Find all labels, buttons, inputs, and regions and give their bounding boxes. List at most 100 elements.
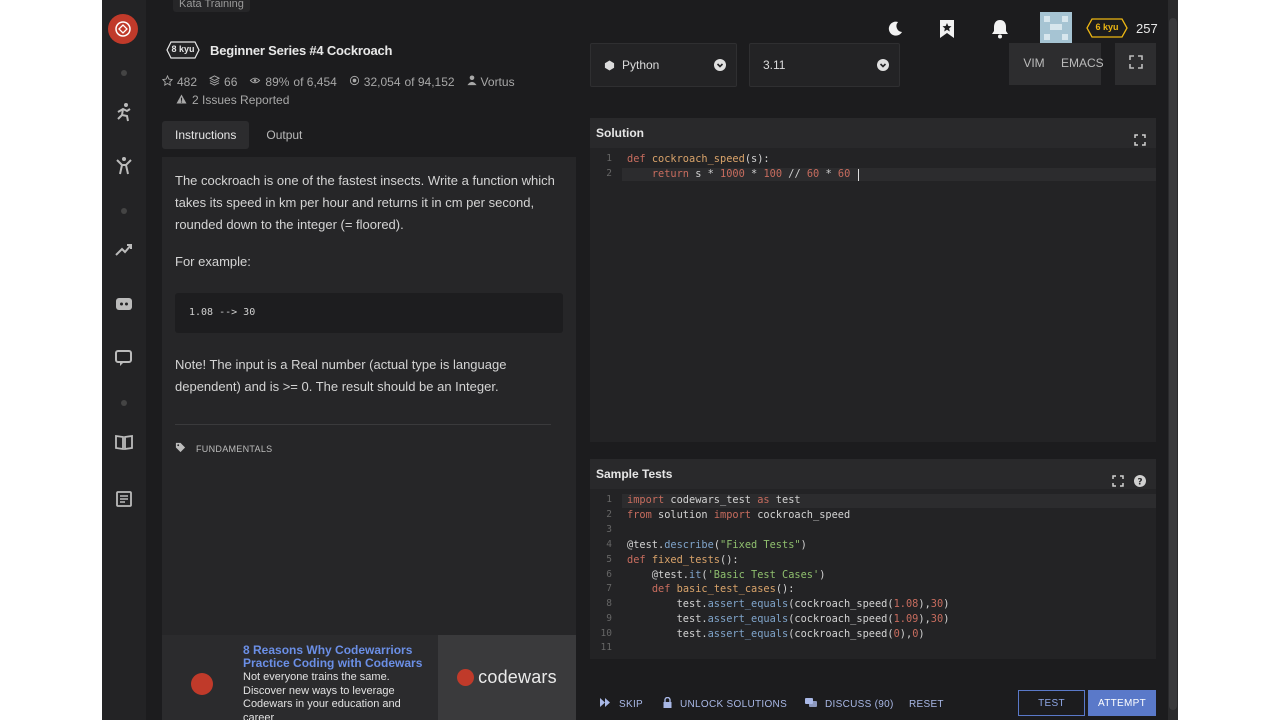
bookmark-star-icon[interactable]	[936, 18, 958, 40]
codewars-logo-icon	[191, 673, 213, 695]
example-code-block: 1.08 --> 30	[175, 293, 563, 333]
docs-book-icon[interactable]	[112, 430, 136, 454]
satisfaction-stat: 89% of 6,454	[249, 75, 337, 89]
emacs-mode-button[interactable]: EMACS	[1059, 43, 1104, 85]
instructions-paragraph: Note! The input is a Real number (actual…	[175, 357, 507, 394]
kata-tag[interactable]: FUNDAMENTALS	[175, 442, 272, 455]
tag-icon	[175, 442, 186, 455]
discuss-button[interactable]: DISCUSS (90)	[805, 696, 894, 712]
sample-tests-editor[interactable]: 1 2 3 4 5 6 7 8 9 10 11 import codewars_…	[590, 489, 1156, 659]
issues-reported[interactable]: 2 Issues Reported	[176, 93, 289, 107]
discord-icon[interactable]	[112, 292, 136, 316]
skip-forward-icon	[600, 698, 611, 710]
text-caret	[858, 169, 859, 181]
line-number: 2	[606, 168, 612, 179]
sidebar-separator	[121, 208, 127, 214]
expand-icon[interactable]	[1112, 468, 1124, 487]
chevron-down-icon	[877, 59, 889, 71]
sidebar-separator	[121, 70, 127, 76]
skip-button[interactable]: SKIP	[600, 696, 643, 712]
tab-instructions[interactable]: Instructions	[162, 121, 250, 149]
attempt-button[interactable]: ATTEMPT	[1088, 690, 1156, 716]
star-icon	[161, 74, 174, 89]
unlock-solutions-button[interactable]: UNLOCK SOLUTIONS	[663, 696, 787, 712]
fullscreen-icon[interactable]	[1115, 43, 1156, 85]
version-select[interactable]: 3.11	[749, 43, 900, 87]
satisfaction-total: of 6,454	[293, 75, 337, 89]
tag-label: FUNDAMENTALS	[196, 443, 273, 454]
help-icon[interactable]: ?	[1134, 468, 1146, 488]
language-select[interactable]: Python	[590, 43, 737, 87]
satisfaction-pct: 89%	[265, 75, 290, 89]
chat-icon[interactable]	[112, 346, 136, 370]
code-line: def basic_test_cases():	[651, 583, 795, 595]
discuss-label: DISCUSS (90)	[825, 698, 894, 710]
notifications-bell-icon[interactable]	[989, 18, 1011, 40]
breadcrumb[interactable]: Kata Training	[173, 0, 250, 12]
sidebar-separator	[121, 400, 127, 406]
sample-tests-header: Sample Tests ?	[590, 459, 1156, 489]
issues-label: 2 Issues Reported	[192, 93, 290, 107]
tab-output[interactable]: Output	[253, 121, 315, 149]
vim-mode-button[interactable]: VIM	[1009, 43, 1059, 85]
user-rank-label: 6 kyu	[1095, 22, 1119, 32]
line-number: 3	[606, 524, 612, 535]
honor-score[interactable]: 257	[1136, 21, 1158, 36]
kyu-rank-badge: 8 kyu	[166, 41, 200, 59]
user-avatar[interactable]	[1040, 12, 1072, 44]
eye-rating-icon	[249, 75, 261, 89]
unlock-label: UNLOCK SOLUTIONS	[680, 698, 788, 710]
line-number: 11	[600, 642, 612, 653]
sample-tests-title: Sample Tests	[596, 467, 673, 481]
kata-title: Beginner Series #4 Cockroach	[210, 43, 393, 58]
stars-stat[interactable]: 482	[161, 74, 197, 89]
solution-editor[interactable]: 1 2 def cockroach_speed(s): return s * 1…	[590, 148, 1156, 442]
line-number: 2	[606, 509, 612, 520]
expand-icon[interactable]	[1134, 127, 1146, 146]
collections-count: 66	[224, 75, 238, 89]
user-rank-badge[interactable]: 6 kyu	[1086, 18, 1128, 38]
scrollbar-thumb[interactable]	[1169, 18, 1177, 710]
brand-wordmark: codewars	[478, 667, 557, 687]
kata-stats: 482 66 89% of 6,454 32,054 of 94,152 Vor…	[161, 74, 515, 89]
divider	[175, 424, 551, 425]
promo-brand: codewars	[438, 635, 576, 720]
training-icon[interactable]	[112, 100, 136, 124]
codewars-logo-icon[interactable]	[108, 14, 138, 44]
practice-icon[interactable]	[112, 154, 136, 178]
codewars-logo-icon	[457, 669, 475, 686]
instructions-paragraph: For example:	[175, 254, 251, 269]
code-line: from solution import cockroach_speed	[627, 509, 851, 521]
completed-count: 32,054	[363, 75, 401, 89]
promo-title[interactable]: 8 Reasons Why Codewarriors Practice Codi…	[243, 644, 433, 670]
line-number: 6	[606, 569, 612, 580]
target-icon	[349, 75, 360, 89]
leaderboard-trend-icon[interactable]	[112, 238, 136, 262]
chat-bubbles-icon	[805, 697, 817, 711]
completions-stat: 32,054 of 94,152	[349, 75, 455, 89]
lock-icon	[663, 696, 672, 711]
code-line: def fixed_tests():	[627, 554, 739, 566]
instructions-paragraph: The cockroach is one of the fastest inse…	[175, 173, 555, 232]
reset-button[interactable]: RESET	[909, 696, 944, 712]
version-label: 3.11	[763, 58, 786, 72]
collections-stat[interactable]: 66	[208, 75, 238, 89]
code-line: import codewars_test as test	[627, 494, 801, 506]
test-button[interactable]: TEST	[1018, 690, 1085, 716]
moon-icon[interactable]	[884, 18, 906, 40]
code-line: test.assert_equals(cockroach_speed(1.08)…	[627, 598, 950, 610]
promo-content: 8 Reasons Why Codewarriors Practice Codi…	[162, 635, 438, 720]
language-label: Python	[622, 58, 660, 72]
promo-text: Not everyone trains the same. Discover n…	[243, 671, 401, 720]
app-window: Kata Training 8 kyu Beginner Series #4 C…	[102, 0, 1178, 720]
solution-title: Solution	[596, 126, 644, 140]
blog-news-icon[interactable]	[112, 487, 136, 511]
line-number: 8	[606, 598, 612, 609]
chevron-down-icon	[714, 59, 726, 71]
line-number: 1	[606, 153, 612, 164]
promo-banner[interactable]: 8 Reasons Why Codewarriors Practice Codi…	[162, 635, 576, 720]
page-scrollbar[interactable]	[1168, 0, 1178, 720]
author-name: Vortus	[480, 75, 515, 89]
author-stat[interactable]: Vortus	[466, 75, 515, 89]
code-line: return s * 1000 * 100 // 60 * 60	[651, 168, 851, 180]
